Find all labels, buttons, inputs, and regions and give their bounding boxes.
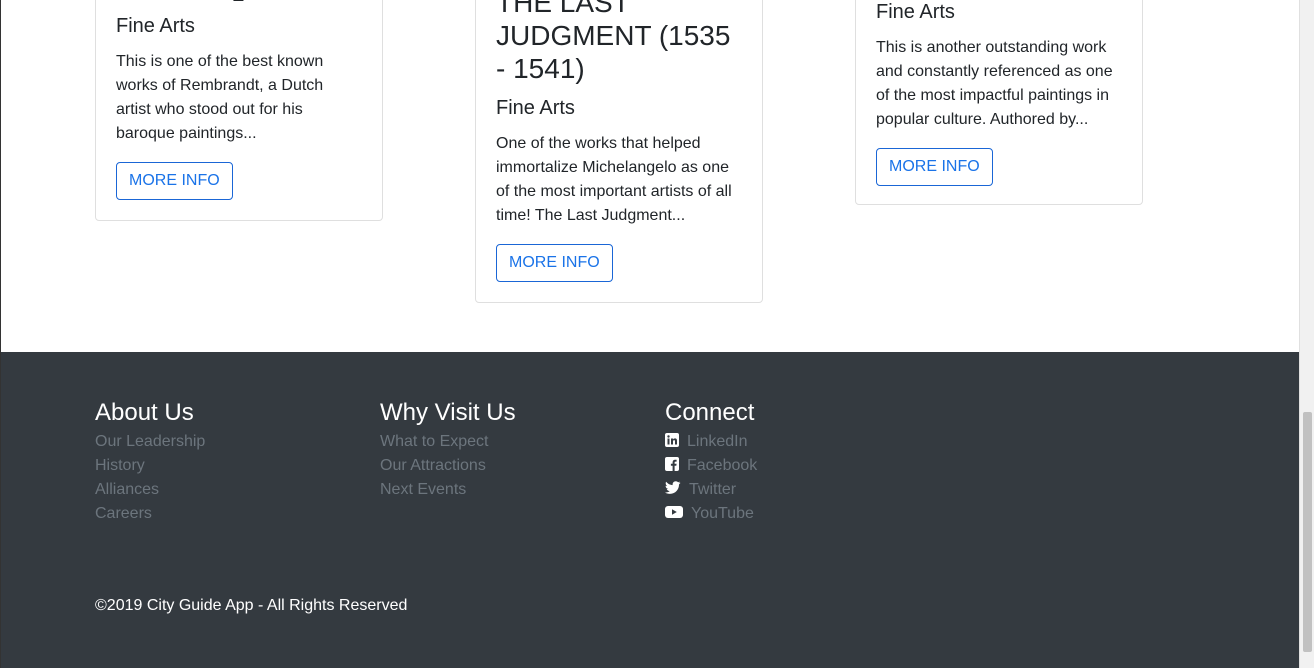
footer-link-careers[interactable]: Careers bbox=[95, 502, 205, 526]
footer-link-alliances[interactable]: Alliances bbox=[95, 478, 205, 502]
card-description: One of the works that helped immortalize… bbox=[496, 135, 732, 224]
attraction-card: Fine Arts This is another outstanding wo… bbox=[855, 0, 1143, 205]
youtube-label: YouTube bbox=[691, 505, 754, 522]
more-info-button[interactable]: MORE INFO bbox=[876, 148, 993, 186]
twitter-icon bbox=[665, 481, 681, 495]
footer-link-our-attractions[interactable]: Our Attractions bbox=[380, 454, 516, 478]
card-category: Fine Arts bbox=[116, 15, 195, 37]
footer-link-our-leadership[interactable]: Our Leadership bbox=[95, 430, 205, 454]
facebook-label: Facebook bbox=[687, 457, 758, 474]
scrollbar-thumb[interactable] bbox=[1303, 412, 1312, 652]
footer-why-column: Why Visit Us What to Expect Our Attracti… bbox=[380, 398, 516, 502]
footer-heading-connect: Connect bbox=[665, 399, 755, 426]
card-description: This is one of the best known works of R… bbox=[116, 53, 324, 142]
footer-heading-about: About Us bbox=[95, 399, 194, 426]
vertical-scrollbar[interactable] bbox=[1299, 0, 1314, 668]
facebook-icon bbox=[665, 457, 679, 471]
copyright-text: ©2019 City Guide App - All Rights Reserv… bbox=[95, 597, 408, 614]
site-footer: About Us Our Leadership History Alliance… bbox=[1, 352, 1299, 668]
card-title-clipped bbox=[116, 0, 362, 11]
footer-link-facebook[interactable]: Facebook bbox=[665, 454, 757, 478]
attraction-card: THE LAST JUDGMENT (1535 - 1541) Fine Art… bbox=[475, 0, 763, 303]
footer-link-youtube[interactable]: YouTube bbox=[665, 502, 757, 526]
more-info-button[interactable]: MORE INFO bbox=[116, 162, 233, 200]
footer-heading-why: Why Visit Us bbox=[380, 399, 516, 426]
linkedin-label: LinkedIn bbox=[687, 433, 748, 450]
more-info-button[interactable]: MORE INFO bbox=[496, 244, 613, 282]
card-category: Fine Arts bbox=[876, 1, 955, 23]
card-category: Fine Arts bbox=[496, 97, 575, 119]
footer-link-history[interactable]: History bbox=[95, 454, 205, 478]
footer-link-linkedin[interactable]: LinkedIn bbox=[665, 430, 757, 454]
linkedin-icon bbox=[665, 433, 679, 447]
footer-about-column: About Us Our Leadership History Alliance… bbox=[95, 398, 205, 526]
youtube-icon bbox=[665, 505, 683, 519]
footer-link-twitter[interactable]: Twitter bbox=[665, 478, 757, 502]
footer-connect-column: Connect LinkedIn Facebook Twitter YouTub… bbox=[665, 398, 757, 526]
card-title: THE LAST JUDGMENT (1535 - 1541) bbox=[496, 0, 731, 84]
twitter-label: Twitter bbox=[689, 481, 737, 498]
footer-link-next-events[interactable]: Next Events bbox=[380, 478, 516, 502]
footer-link-what-to-expect[interactable]: What to Expect bbox=[380, 430, 516, 454]
attraction-card: Fine Arts This is one of the best known … bbox=[95, 0, 383, 221]
card-description: This is another outstanding work and con… bbox=[876, 39, 1113, 128]
page-viewport: Fine Arts This is one of the best known … bbox=[0, 0, 1299, 668]
